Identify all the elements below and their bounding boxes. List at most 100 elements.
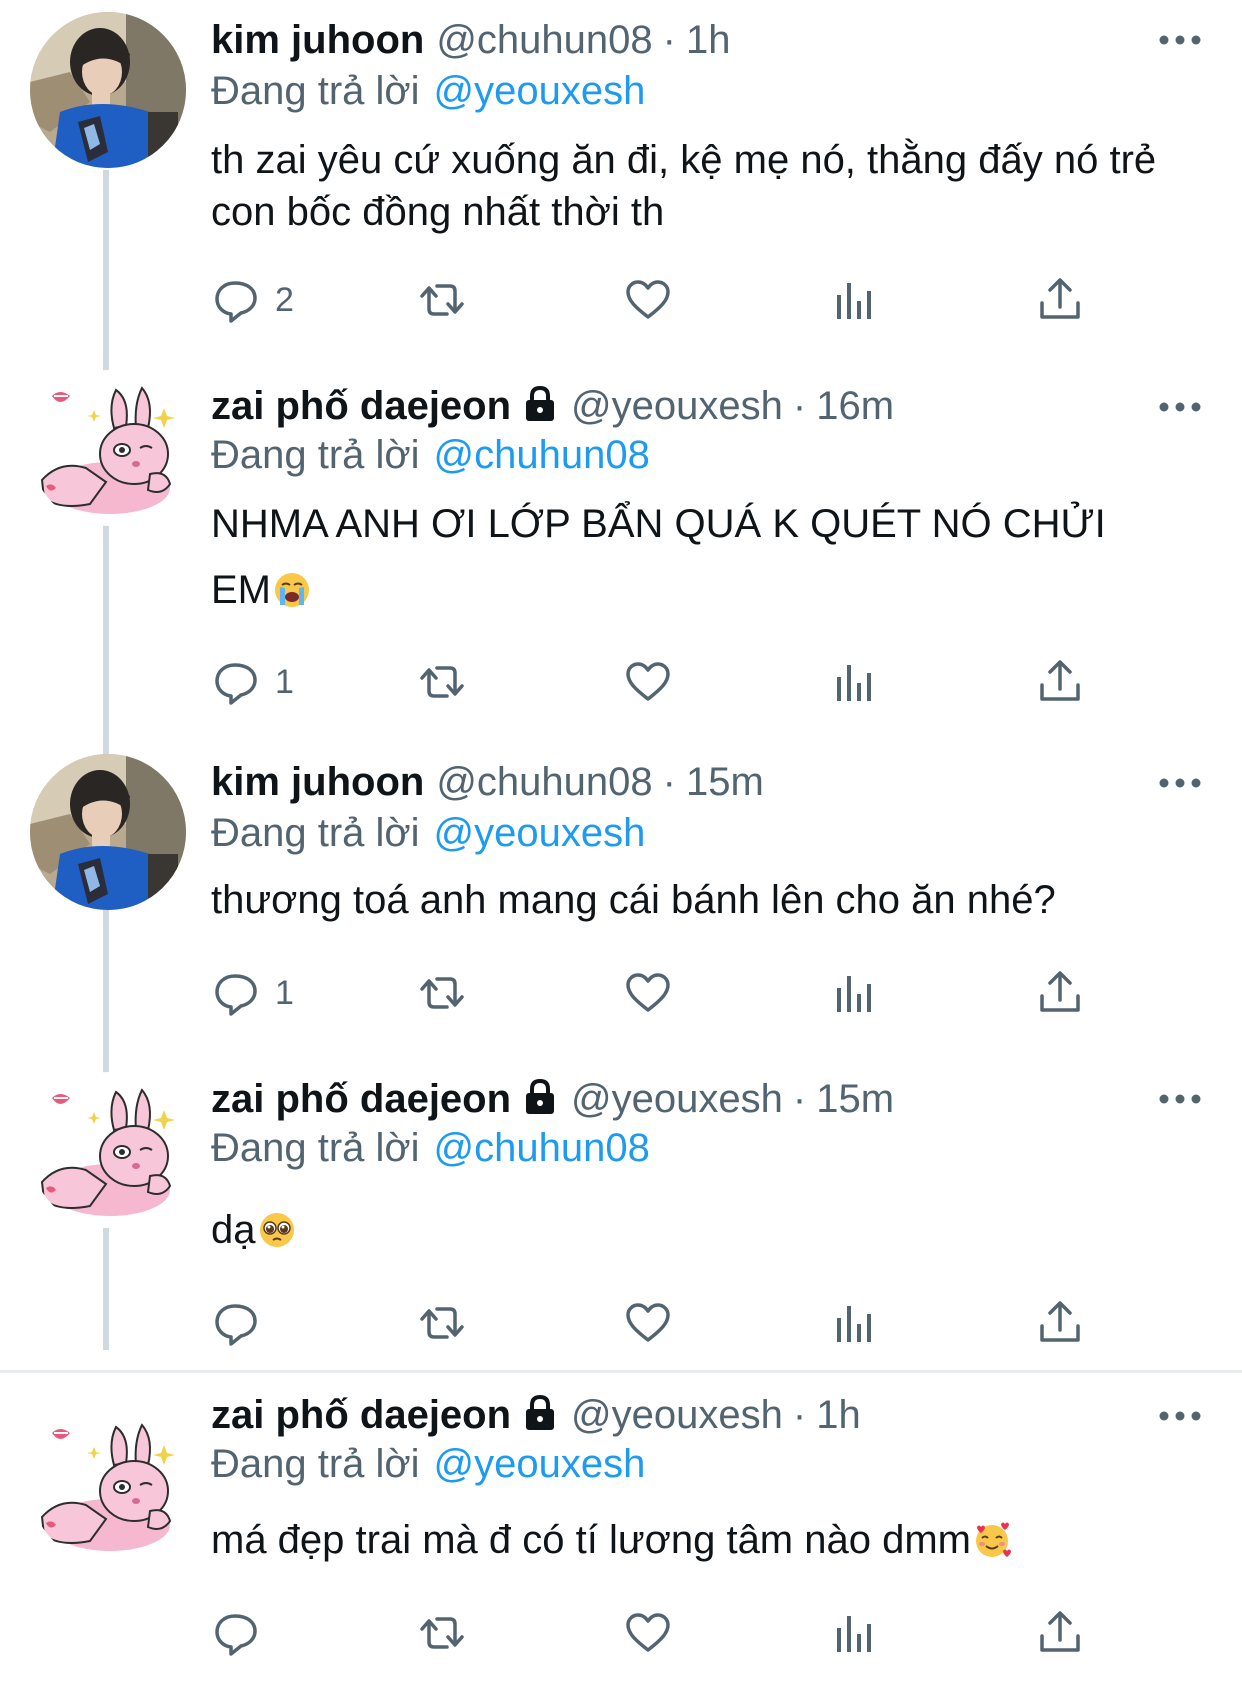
- tweet[interactable]: kim juhoon @chuhun08 · 1h Đang trả lời @yeou…: [0, 0, 1242, 370]
- display-name[interactable]: kim juhoon: [211, 18, 424, 62]
- user-handle[interactable]: @chuhun08: [436, 760, 652, 804]
- timestamp[interactable]: 16m: [816, 384, 894, 428]
- tweet[interactable]: zai phố daejeon @yeouxesh · 1h Đang trả lời…: [0, 1373, 1242, 1706]
- conversation-thread: kim juhoon @chuhun08 · 1h Đang trả lời @yeou…: [0, 0, 1242, 1706]
- more-dots-icon[interactable]: [1158, 776, 1202, 790]
- retweet-arrows-icon: [417, 275, 467, 325]
- avatar[interactable]: [30, 1407, 186, 1563]
- tweet-header: kim juhoon @chuhun08 · 15m: [211, 757, 1182, 807]
- user-handle[interactable]: @chuhun08: [436, 18, 652, 62]
- speech-bubble-icon: [211, 657, 261, 707]
- avatar[interactable]: [30, 12, 186, 168]
- retweet-arrows-icon: [417, 1608, 467, 1658]
- timestamp[interactable]: 1h: [686, 18, 731, 62]
- mention-link[interactable]: @yeouxesh: [434, 69, 646, 113]
- reply-count: 1: [275, 973, 294, 1012]
- tweet-text: thương toá anh mang cái bánh lên cho ăn …: [211, 878, 1056, 922]
- tweet-text: th zai yêu cứ xuống ăn đi, kệ mẹ nó, thằ…: [211, 138, 1157, 234]
- smiling-face-with-hearts-emoji: [973, 1521, 1011, 1559]
- timestamp[interactable]: 15m: [816, 1077, 894, 1121]
- views-button[interactable]: [829, 657, 879, 707]
- separator-dot: ·: [662, 18, 676, 62]
- bar-chart-icon: [829, 1298, 879, 1348]
- more-dots-icon[interactable]: [1158, 33, 1202, 47]
- mention-link[interactable]: @chuhun08: [434, 1126, 650, 1170]
- retweet-button[interactable]: [417, 1608, 467, 1658]
- reply-button[interactable]: 2: [211, 275, 294, 325]
- pleading-face-emoji: [258, 1211, 296, 1249]
- user-handle[interactable]: @yeouxesh: [571, 1077, 783, 1121]
- like-button[interactable]: [623, 968, 673, 1018]
- retweet-button[interactable]: [417, 657, 467, 707]
- mention-link[interactable]: @chuhun08: [434, 433, 650, 477]
- replying-to: Đang trả lời @chuhun08: [211, 430, 650, 480]
- views-button[interactable]: [829, 1608, 879, 1658]
- share-upload-icon: [1035, 275, 1085, 325]
- avatar[interactable]: [30, 370, 186, 526]
- share-button[interactable]: [1035, 275, 1085, 325]
- reply-button[interactable]: [211, 1608, 261, 1658]
- lock-icon: [521, 1078, 559, 1116]
- views-button[interactable]: [829, 275, 879, 325]
- avatar[interactable]: [30, 754, 186, 910]
- separator-dot: ·: [792, 1077, 807, 1121]
- display-name[interactable]: zai phố daejeon: [211, 1393, 511, 1437]
- tweet-text-content: NHMA ANH ƠI LỚP BẨN QUÁ K QUÉT NÓ CHỬI E…: [211, 502, 1106, 612]
- mention-link[interactable]: @yeouxesh: [434, 811, 646, 855]
- reply-button[interactable]: 1: [211, 657, 294, 707]
- reply-button[interactable]: 1: [211, 968, 294, 1018]
- replying-to: Đang trả lời @yeouxesh: [211, 66, 645, 116]
- bar-chart-icon: [829, 968, 879, 1018]
- display-name[interactable]: kim juhoon: [211, 760, 424, 804]
- avatar[interactable]: [30, 1072, 186, 1228]
- tweet[interactable]: zai phố daejeon @yeouxesh · 15m Đang trả lờ…: [0, 1062, 1242, 1370]
- tweet-header: zai phố daejeon @yeouxesh · 16m: [211, 381, 1182, 431]
- share-button[interactable]: [1035, 968, 1085, 1018]
- reply-button[interactable]: [211, 1298, 261, 1348]
- tweet[interactable]: kim juhoon @chuhun08 · 15m Đang trả lời @yeo…: [0, 742, 1242, 1062]
- share-button[interactable]: [1035, 1298, 1085, 1348]
- bar-chart-icon: [829, 275, 879, 325]
- like-button[interactable]: [623, 1608, 673, 1658]
- like-button[interactable]: [623, 657, 673, 707]
- replying-label: Đang trả lời: [211, 1442, 420, 1486]
- share-button[interactable]: [1035, 1608, 1085, 1658]
- tweet[interactable]: zai phố daejeon @yeouxesh · 16m Đang trả lờ…: [0, 370, 1242, 742]
- replying-label: Đang trả lời: [211, 1126, 420, 1170]
- lock-icon: [521, 1394, 559, 1432]
- tweet-text: dạ: [211, 1204, 1201, 1256]
- speech-bubble-icon: [211, 1608, 261, 1658]
- retweet-button[interactable]: [417, 275, 467, 325]
- retweet-button[interactable]: [417, 1298, 467, 1348]
- views-button[interactable]: [829, 1298, 879, 1348]
- user-handle[interactable]: @yeouxesh: [571, 384, 783, 428]
- mention-link[interactable]: @yeouxesh: [434, 1442, 646, 1486]
- more-dots-icon[interactable]: [1158, 400, 1202, 414]
- timestamp[interactable]: 1h: [816, 1393, 861, 1437]
- loudly-crying-face-emoji: [273, 571, 311, 609]
- speech-bubble-icon: [211, 968, 261, 1018]
- views-button[interactable]: [829, 968, 879, 1018]
- replying-to: Đang trả lời @yeouxesh: [211, 1439, 645, 1489]
- tweet-actions: 1: [211, 657, 1111, 707]
- separator-dot: ·: [792, 384, 807, 428]
- more-dots-icon[interactable]: [1158, 1092, 1202, 1106]
- like-button[interactable]: [623, 1298, 673, 1348]
- user-handle[interactable]: @yeouxesh: [571, 1393, 783, 1437]
- speech-bubble-icon: [211, 1298, 261, 1348]
- bar-chart-icon: [829, 657, 879, 707]
- timestamp[interactable]: 15m: [686, 760, 764, 804]
- display-name[interactable]: zai phố daejeon: [211, 384, 511, 428]
- share-button[interactable]: [1035, 657, 1085, 707]
- retweet-button[interactable]: [417, 968, 467, 1018]
- replying-label: Đang trả lời: [211, 811, 420, 855]
- like-button[interactable]: [623, 275, 673, 325]
- replying-label: Đang trả lời: [211, 433, 420, 477]
- more-dots-icon[interactable]: [1158, 1409, 1202, 1423]
- share-upload-icon: [1035, 968, 1085, 1018]
- lock-icon: [521, 385, 559, 423]
- retweet-arrows-icon: [417, 1298, 467, 1348]
- heart-icon: [623, 657, 673, 707]
- tweet-header: zai phố daejeon @yeouxesh · 15m: [211, 1074, 1182, 1124]
- display-name[interactable]: zai phố daejeon: [211, 1077, 511, 1121]
